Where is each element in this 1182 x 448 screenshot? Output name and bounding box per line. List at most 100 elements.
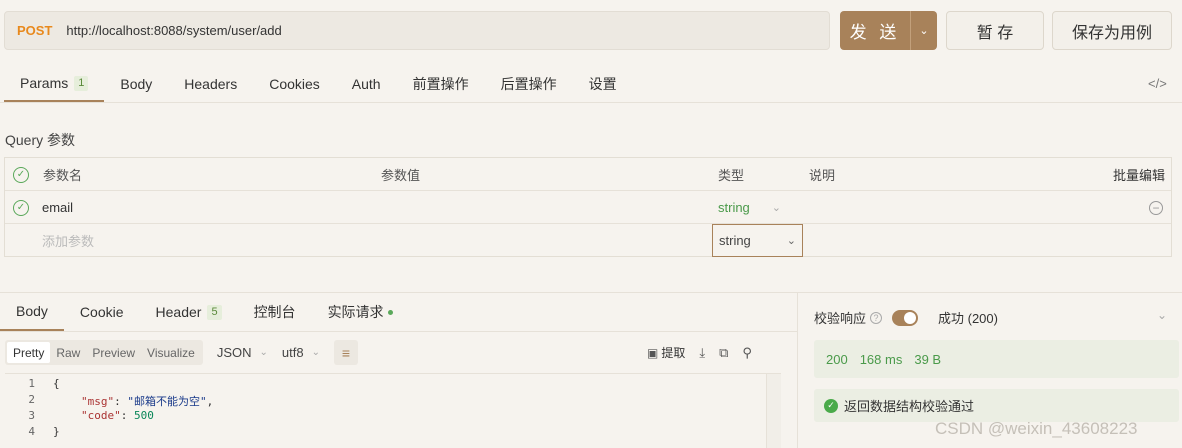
method-label[interactable]: POST: [17, 23, 52, 38]
view-raw[interactable]: Raw: [50, 342, 86, 363]
view-pretty[interactable]: Pretty: [7, 342, 51, 363]
header-count-badge: 5: [207, 304, 222, 320]
encoding-select-value: utf8: [281, 345, 304, 360]
json-key-code: "code": [81, 409, 121, 422]
line-number: 3: [28, 409, 35, 422]
tab-pre-actions[interactable]: 前置操作: [397, 66, 485, 102]
format-select[interactable]: JSON ⌄: [217, 345, 268, 360]
view-mode-segment: Pretty Raw Preview Visualize: [5, 340, 203, 365]
resp-tab-header-label: Header: [155, 304, 202, 320]
url-input[interactable]: http://localhost:8088/system/user/add: [66, 23, 281, 38]
response-tools: ▣ 提取 ⤓ ⧉ ⚲: [647, 344, 752, 361]
param-name-input[interactable]: email: [42, 191, 73, 224]
table-row: ✓ email string ⌄ −: [5, 191, 1171, 224]
format-select-value: JSON: [216, 345, 252, 360]
json-value-msg: "邮箱不能为空": [127, 395, 207, 408]
send-button[interactable]: 发 送 ⌄: [840, 11, 937, 50]
help-icon[interactable]: ?: [870, 311, 883, 324]
resp-tab-actual-request[interactable]: 实际请求: [312, 293, 409, 331]
tab-cookies[interactable]: Cookies: [253, 66, 336, 102]
header-param-value: 参数值: [381, 168, 421, 183]
status-dot-icon: [387, 309, 393, 315]
tab-post-actions[interactable]: 后置操作: [485, 66, 573, 102]
editor-scrollbar[interactable]: [766, 374, 781, 448]
param-type-select[interactable]: string ⌄: [718, 191, 781, 224]
view-visualize[interactable]: Visualize: [141, 342, 201, 363]
chevron-down-icon[interactable]: ⌄: [1157, 308, 1167, 322]
view-preview[interactable]: Preview: [86, 342, 141, 363]
tab-params[interactable]: Params 1: [4, 66, 105, 102]
tabs-divider: [0, 102, 1182, 103]
encoding-select[interactable]: utf8 ⌄: [282, 345, 320, 360]
tab-settings[interactable]: 设置: [573, 66, 633, 102]
response-stats: 200 168 ms 39 B: [814, 340, 1179, 378]
code-line: "msg": "邮箱不能为空",: [81, 395, 214, 408]
params-count-badge: 1: [74, 75, 89, 91]
copy-icon[interactable]: ⧉: [719, 345, 728, 361]
code-line: }: [53, 425, 60, 438]
add-param-input[interactable]: 添加参数: [42, 224, 94, 257]
line-number: 1: [28, 377, 35, 390]
json-value-code: 500: [134, 409, 154, 422]
table-header-row: ✓ 参数名 参数值 类型 说明 批量编辑: [5, 158, 1171, 191]
tab-body[interactable]: Body: [104, 66, 168, 102]
validation-pass-box: ✓ 返回数据结构校验通过: [814, 389, 1179, 422]
validation-result[interactable]: 成功 (200): [938, 308, 998, 327]
code-line: "code": 500: [81, 409, 154, 422]
remove-row-icon[interactable]: −: [1149, 200, 1163, 215]
save-as-example-button[interactable]: 保存为用例: [1052, 11, 1172, 50]
response-size: 39 B: [914, 351, 942, 367]
success-check-icon: ✓: [824, 398, 838, 413]
line-number: 2: [28, 393, 35, 406]
bulk-edit-button[interactable]: 批量编辑: [1113, 158, 1165, 191]
chevron-down-icon: ⌄: [771, 202, 782, 214]
chevron-down-icon: ⌄: [786, 235, 796, 247]
send-label[interactable]: 发 送: [840, 11, 910, 50]
param-value-input[interactable]: [381, 191, 701, 224]
validation-pass-text: 返回数据结构校验通过: [844, 399, 975, 414]
header-description: 说明: [809, 168, 836, 183]
header-type: 类型: [718, 168, 745, 183]
request-tabs: Params 1 Body Headers Cookies Auth 前置操作 …: [4, 66, 633, 102]
add-param-row: 添加参数: [5, 224, 1171, 257]
watermark: CSDN @weixin_43608223: [935, 419, 1138, 438]
resp-tab-cookie[interactable]: Cookie: [64, 293, 140, 331]
validation-header: 校验响应 ? 成功 (200): [814, 308, 998, 327]
resp-tab-body[interactable]: Body: [0, 293, 64, 331]
add-param-type-select[interactable]: string ⌄: [712, 224, 803, 257]
format-toolbar: Pretty Raw Preview Visualize JSON ⌄ utf8…: [5, 340, 358, 365]
param-type-value: string: [718, 200, 750, 215]
chevron-down-icon: ⌄: [259, 347, 268, 358]
send-dropdown-chevron-icon[interactable]: ⌄: [910, 11, 937, 50]
status-code: 200: [826, 351, 848, 367]
add-param-type-value: string: [719, 233, 751, 248]
response-tabs: Body Cookie Header 5 控制台 实际请求: [0, 293, 797, 331]
code-view-icon[interactable]: </>: [1148, 76, 1167, 91]
select-all-check-icon[interactable]: ✓: [13, 166, 29, 183]
extract-button[interactable]: 提取: [661, 344, 685, 361]
save-temp-button[interactable]: 暂 存: [946, 11, 1044, 50]
tab-headers[interactable]: Headers: [168, 66, 253, 102]
tab-auth[interactable]: Auth: [336, 66, 397, 102]
code-line: {: [53, 377, 60, 390]
json-key-msg: "msg": [81, 395, 115, 408]
chevron-down-icon: ⌄: [311, 347, 320, 358]
url-bar[interactable]: POST http://localhost:8088/system/user/a…: [4, 11, 830, 50]
search-icon[interactable]: ⚲: [742, 345, 752, 361]
query-params-table: ✓ 参数名 参数值 类型 说明 批量编辑 ✓ email string ⌄ − …: [4, 157, 1172, 257]
validation-toggle[interactable]: [892, 309, 919, 326]
resp-tab-actual-request-label: 实际请求: [327, 304, 384, 320]
query-params-title: Query 参数: [5, 132, 76, 148]
resp-tabs-divider: [0, 331, 797, 332]
word-wrap-icon[interactable]: ≡: [334, 340, 358, 365]
response-body-editor[interactable]: 1 2 3 4 { "msg": "邮箱不能为空", "code": 500 }: [5, 373, 781, 448]
line-number: 4: [28, 425, 35, 438]
resp-tab-header[interactable]: Header 5: [140, 293, 238, 331]
validate-response-label: 校验响应: [814, 311, 867, 326]
param-desc-input[interactable]: [809, 191, 1109, 224]
download-icon[interactable]: ⤓: [699, 345, 705, 361]
resp-tab-console[interactable]: 控制台: [238, 293, 312, 331]
response-time: 168 ms: [859, 351, 903, 367]
extract-icon[interactable]: ▣: [647, 346, 658, 360]
row-enabled-check-icon[interactable]: ✓: [13, 199, 29, 216]
